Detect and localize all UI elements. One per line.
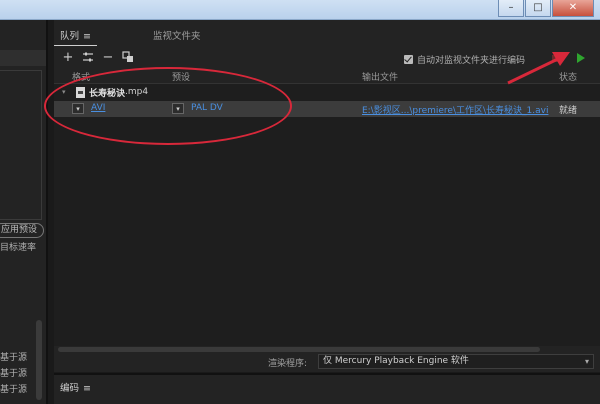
stop-queue-button[interactable] <box>552 55 559 62</box>
panel-menu-icon[interactable]: ≡ <box>83 31 91 42</box>
source-label-3: 基于源 <box>0 385 28 395</box>
tab-queue-label: 队列 <box>60 31 80 42</box>
renderer-select[interactable]: 仅 Mercury Playback Engine 软件 ▾ <box>318 354 594 369</box>
source-label-1: 基于源 <box>0 353 28 363</box>
queue-tabs: 队列 ≡ 监视文件夹 <box>54 26 207 46</box>
encode-menu-icon[interactable]: ≡ <box>83 383 91 394</box>
output-file-link[interactable]: E:\影视区...\premiere\工作区\长寿秘诀_1.avi <box>362 103 548 116</box>
status-badge: 就绪 <box>559 106 578 116</box>
start-queue-button[interactable] <box>577 53 585 63</box>
renderer-label: 渲染程序: <box>268 359 308 369</box>
auto-encode-option[interactable]: 自动对监视文件夹进行编码 <box>404 53 525 66</box>
left-panel-preview <box>0 70 42 220</box>
maximize-button[interactable]: □ <box>525 0 551 17</box>
window-controls: – □ ✕ <box>497 0 594 18</box>
left-panel-header <box>0 50 46 66</box>
auto-encode-checkbox[interactable] <box>404 55 413 64</box>
add-source-button[interactable]: + <box>60 51 76 67</box>
renderer-value: 仅 Mercury Playback Engine 软件 <box>323 356 469 366</box>
settings-icon[interactable] <box>80 51 96 67</box>
duplicate-icon[interactable] <box>120 51 136 67</box>
encode-panel: 编码 ≡ <box>54 373 600 404</box>
annotation-ellipse <box>44 67 292 145</box>
source-label-2: 基于源 <box>0 369 28 379</box>
tab-watch-folders[interactable]: 监视文件夹 <box>147 26 207 46</box>
auto-encode-label: 自动对监视文件夹进行编码 <box>417 56 526 66</box>
tab-encode-label: 编码 <box>60 383 80 394</box>
minimize-button[interactable]: – <box>498 0 524 17</box>
left-panel-scrollbar[interactable] <box>36 320 42 400</box>
window-titlebar: – □ ✕ <box>0 0 600 20</box>
queue-horizontal-scrollbar[interactable] <box>58 347 540 352</box>
close-button[interactable]: ✕ <box>552 0 594 17</box>
remove-button[interactable]: − <box>100 51 116 67</box>
renderer-row: 渲染程序: 仅 Mercury Playback Engine 软件 ▾ <box>54 354 600 370</box>
col-header-status[interactable]: 状态 <box>559 70 577 83</box>
queue-toolbar: + − <box>60 51 140 67</box>
target-rate-label: 目标速率 <box>0 243 37 253</box>
apply-preset-button[interactable]: 应用预设 <box>0 223 44 238</box>
left-panel: 应用预设 目标速率 基于源 基于源 基于源 <box>0 20 48 404</box>
chevron-down-icon: ▾ <box>584 357 589 366</box>
tab-encode[interactable]: 编码 ≡ <box>60 380 91 394</box>
tab-queue[interactable]: 队列 ≡ <box>54 26 97 46</box>
col-header-output[interactable]: 输出文件 <box>362 70 398 83</box>
